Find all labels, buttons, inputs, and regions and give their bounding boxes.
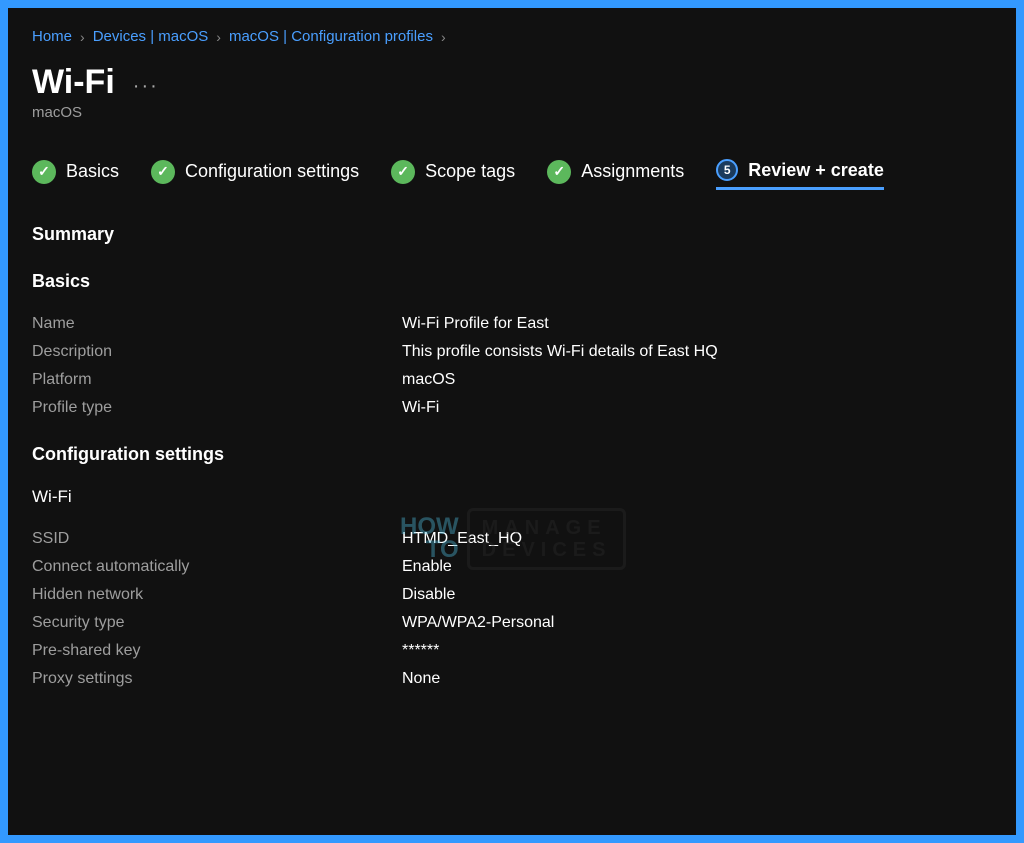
- breadcrumb-home[interactable]: Home: [32, 28, 72, 45]
- label-security-type: Security type: [32, 609, 402, 637]
- label-preshared-key: Pre-shared key: [32, 637, 402, 665]
- row-security-type: Security type WPA/WPA2-Personal: [32, 609, 992, 637]
- tab-label: Configuration settings: [185, 161, 359, 182]
- breadcrumb: Home › Devices | macOS › macOS | Configu…: [32, 28, 992, 45]
- checkmark-icon: ✓: [391, 160, 415, 184]
- more-options-icon[interactable]: ···: [133, 67, 159, 98]
- value-description: This profile consists Wi-Fi details of E…: [402, 338, 992, 366]
- tab-basics[interactable]: ✓ Basics: [32, 160, 119, 190]
- value-name: Wi-Fi Profile for East: [402, 310, 992, 338]
- value-proxy-settings: None: [402, 665, 992, 693]
- label-proxy-settings: Proxy settings: [32, 665, 402, 693]
- value-security-type: WPA/WPA2-Personal: [402, 609, 992, 637]
- row-connect-auto: Connect automatically Enable: [32, 553, 992, 581]
- value-ssid: HTMD_East_HQ: [402, 525, 992, 553]
- tab-scope-tags[interactable]: ✓ Scope tags: [391, 160, 515, 190]
- row-name: Name Wi-Fi Profile for East: [32, 310, 992, 338]
- label-profile-type: Profile type: [32, 394, 402, 422]
- row-proxy-settings: Proxy settings None: [32, 665, 992, 693]
- value-connect-auto: Enable: [402, 553, 992, 581]
- basics-table: Name Wi-Fi Profile for East Description …: [32, 310, 992, 422]
- chevron-right-icon: ›: [80, 29, 85, 45]
- chevron-right-icon: ›: [216, 29, 221, 45]
- tab-label: Assignments: [581, 161, 684, 182]
- label-connect-auto: Connect automatically: [32, 553, 402, 581]
- value-platform: macOS: [402, 366, 992, 394]
- row-profile-type: Profile type Wi-Fi: [32, 394, 992, 422]
- value-hidden-network: Disable: [402, 581, 992, 609]
- breadcrumb-config-profiles[interactable]: macOS | Configuration profiles: [229, 28, 433, 45]
- checkmark-icon: ✓: [547, 160, 571, 184]
- chevron-right-icon: ›: [441, 29, 446, 45]
- row-ssid: SSID HTMD_East_HQ: [32, 525, 992, 553]
- label-platform: Platform: [32, 366, 402, 394]
- wizard-tabs: ✓ Basics ✓ Configuration settings ✓ Scop…: [32, 159, 992, 190]
- label-name: Name: [32, 310, 402, 338]
- value-profile-type: Wi-Fi: [402, 394, 992, 422]
- breadcrumb-devices[interactable]: Devices | macOS: [93, 28, 209, 45]
- label-description: Description: [32, 338, 402, 366]
- row-hidden-network: Hidden network Disable: [32, 581, 992, 609]
- wifi-subsection-title: Wi-Fi: [32, 487, 992, 507]
- config-section-title: Configuration settings: [32, 444, 992, 465]
- tab-configuration-settings[interactable]: ✓ Configuration settings: [151, 160, 359, 190]
- tab-review-create[interactable]: 5 Review + create: [716, 159, 884, 190]
- wifi-config-table: SSID HTMD_East_HQ Connect automatically …: [32, 525, 992, 693]
- tab-assignments[interactable]: ✓ Assignments: [547, 160, 684, 190]
- tab-label: Basics: [66, 161, 119, 182]
- label-ssid: SSID: [32, 525, 402, 553]
- row-preshared-key: Pre-shared key ******: [32, 637, 992, 665]
- value-preshared-key: ******: [402, 637, 992, 665]
- tab-label: Review + create: [748, 160, 884, 181]
- tab-label: Scope tags: [425, 161, 515, 182]
- row-platform: Platform macOS: [32, 366, 992, 394]
- basics-section-title: Basics: [32, 271, 992, 292]
- row-description: Description This profile consists Wi-Fi …: [32, 338, 992, 366]
- page-title: Wi-Fi: [32, 63, 115, 102]
- checkmark-icon: ✓: [151, 160, 175, 184]
- label-hidden-network: Hidden network: [32, 581, 402, 609]
- page-subtitle: macOS: [32, 104, 992, 121]
- summary-heading: Summary: [32, 224, 992, 245]
- step-number-icon: 5: [716, 159, 738, 181]
- checkmark-icon: ✓: [32, 160, 56, 184]
